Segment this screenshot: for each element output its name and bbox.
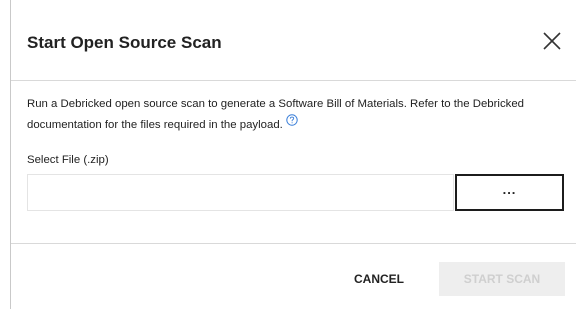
scan-description: Run a Debricked open source scan to gene… [27,94,567,136]
file-path-field[interactable] [27,174,454,211]
close-icon [543,32,561,50]
cancel-button[interactable]: CANCEL [341,262,417,296]
close-button[interactable] [541,30,563,52]
select-file-label: Select File (.zip) [27,154,109,166]
browse-button[interactable]: ... [455,174,564,211]
dialog-body: Run a Debricked open source scan to gene… [11,81,576,243]
description-text: Run a Debricked open source scan to gene… [27,98,525,131]
start-scan-dialog: Start Open Source Scan Run a Debricked o… [10,0,576,309]
question-circle-icon [286,114,298,126]
help-button[interactable] [286,113,298,126]
dialog-title: Start Open Source Scan [27,33,222,52]
dialog-footer: CANCEL START SCAN [11,243,576,310]
dialog-header: Start Open Source Scan [11,0,576,81]
start-scan-button[interactable]: START SCAN [439,262,565,296]
